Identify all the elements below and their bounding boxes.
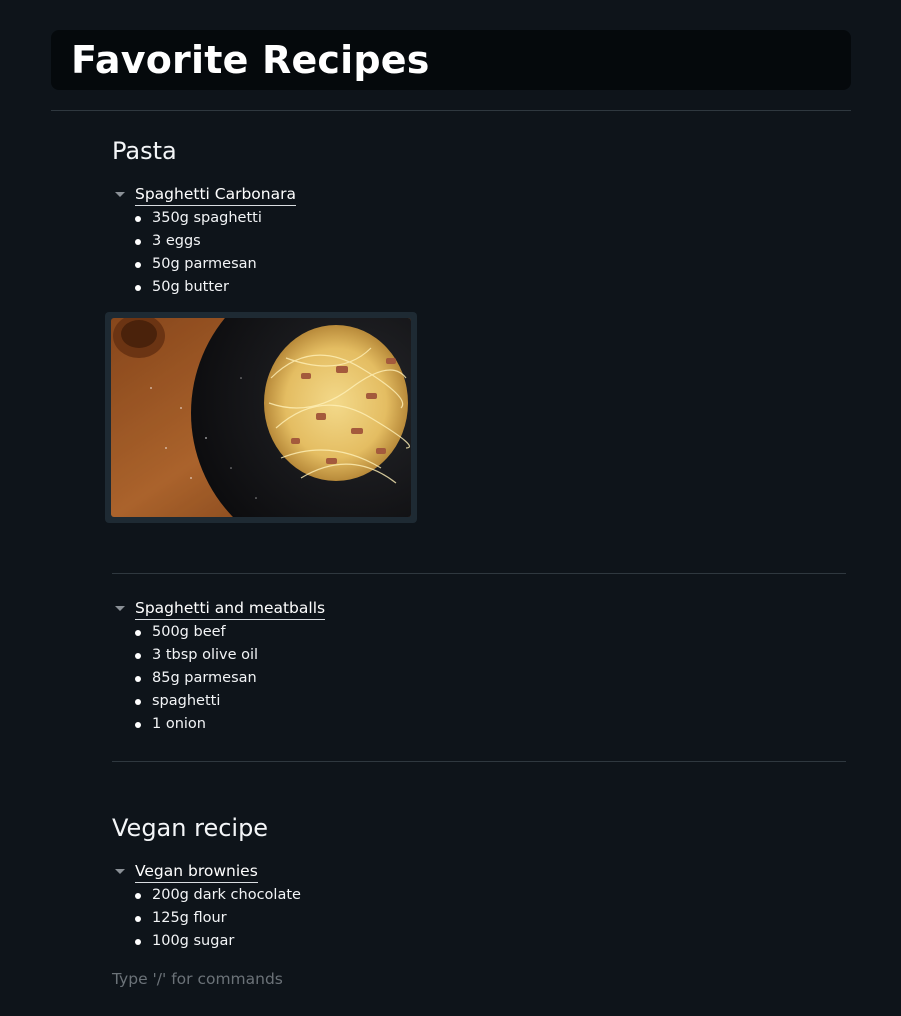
bullet-dot-icon <box>135 285 141 291</box>
list-item-text: 3 tbsp olive oil <box>152 647 259 663</box>
toggle-vegan-brownies: Vegan brownies 200g dark chocolate 125g … <box>112 860 512 953</box>
list-item[interactable]: 100g sugar <box>134 930 512 953</box>
bullet-dot-icon <box>135 699 141 705</box>
divider <box>112 761 846 762</box>
bullet-dot-icon <box>135 916 141 922</box>
carbonara-image-block[interactable] <box>105 312 417 523</box>
section-heading-pasta[interactable]: Pasta <box>112 135 177 167</box>
toggle-header: Spaghetti Carbonara <box>112 183 512 207</box>
list-item-text: 125g flour <box>152 910 227 926</box>
toggle-spaghetti-carbonara: Spaghetti Carbonara 350g spaghetti 3 egg… <box>112 183 512 299</box>
page: Favorite Recipes Pasta Spaghetti Carbona… <box>0 0 901 1016</box>
carbonara-photo <box>111 318 411 517</box>
list-item[interactable]: 50g parmesan <box>134 253 512 276</box>
bullet-dot-icon <box>135 676 141 682</box>
toggle-header: Vegan brownies <box>112 860 512 884</box>
bullet-dot-icon <box>135 262 141 268</box>
list-item-text: 50g parmesan <box>152 256 257 272</box>
list-item-text: spaghetti <box>152 693 221 709</box>
ingredient-list: 350g spaghetti 3 eggs 50g parmesan 50g b… <box>112 207 512 299</box>
bullet-dot-icon <box>135 239 141 245</box>
section-heading-vegan[interactable]: Vegan recipe <box>112 812 268 844</box>
title-bar: Favorite Recipes <box>51 30 851 90</box>
toggle-header: Spaghetti and meatballs <box>112 597 512 621</box>
list-item-text: 85g parmesan <box>152 670 257 686</box>
toggle-title[interactable]: Spaghetti Carbonara <box>135 183 296 206</box>
caret-down-icon[interactable] <box>115 869 125 874</box>
page-title[interactable]: Favorite Recipes <box>71 36 430 84</box>
caret-down-icon[interactable] <box>115 606 125 611</box>
list-item[interactable]: 1 onion <box>134 713 512 736</box>
list-item[interactable]: 85g parmesan <box>134 667 512 690</box>
bullet-dot-icon <box>135 653 141 659</box>
list-item[interactable]: 200g dark chocolate <box>134 884 512 907</box>
list-item[interactable]: 500g beef <box>134 621 512 644</box>
bullet-dot-icon <box>135 939 141 945</box>
toggle-title[interactable]: Spaghetti and meatballs <box>135 597 326 620</box>
divider <box>112 573 846 574</box>
list-item[interactable]: 350g spaghetti <box>134 207 512 230</box>
list-item-text: 350g spaghetti <box>152 210 262 226</box>
list-item-text: 200g dark chocolate <box>152 887 301 903</box>
bullet-dot-icon <box>135 722 141 728</box>
toggle-title[interactable]: Vegan brownies <box>135 860 258 883</box>
list-item[interactable]: 50g butter <box>134 276 512 299</box>
list-item[interactable]: spaghetti <box>134 690 512 713</box>
list-item-text: 500g beef <box>152 624 226 640</box>
bullet-dot-icon <box>135 216 141 222</box>
title-divider <box>51 110 851 111</box>
list-item[interactable]: 3 tbsp olive oil <box>134 644 512 667</box>
list-item[interactable]: 3 eggs <box>134 230 512 253</box>
toggle-spaghetti-and-meatballs: Spaghetti and meatballs 500g beef 3 tbsp… <box>112 597 512 736</box>
ingredient-list: 200g dark chocolate 125g flour 100g suga… <box>112 884 512 953</box>
list-item-text: 50g butter <box>152 279 229 295</box>
bullet-dot-icon <box>135 630 141 636</box>
command-placeholder[interactable]: Type '/' for commands <box>112 968 283 990</box>
ingredient-list: 500g beef 3 tbsp olive oil 85g parmesan … <box>112 621 512 736</box>
list-item[interactable]: 125g flour <box>134 907 512 930</box>
bullet-dot-icon <box>135 893 141 899</box>
caret-down-icon[interactable] <box>115 192 125 197</box>
list-item-text: 1 onion <box>152 716 206 732</box>
list-item-text: 100g sugar <box>152 933 235 949</box>
list-item-text: 3 eggs <box>152 233 201 249</box>
